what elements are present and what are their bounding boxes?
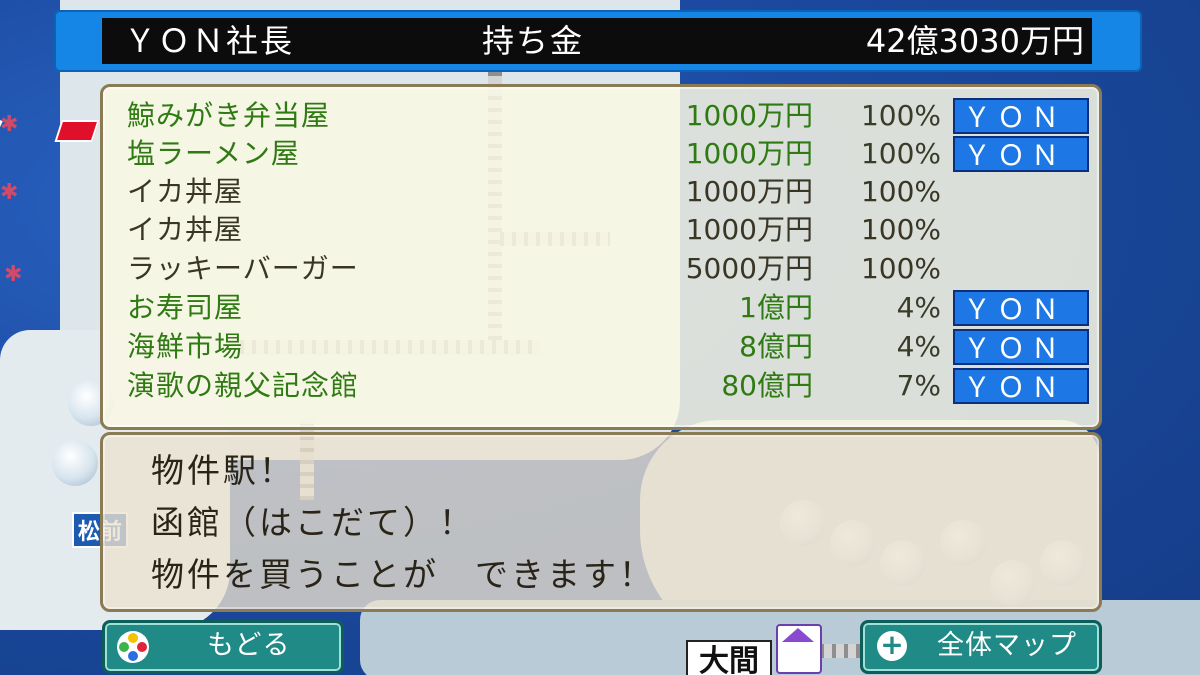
snow-tree — [52, 440, 98, 486]
owner-tag: ＹＯＮ — [953, 136, 1089, 172]
status-bar-inner: ＹＯＮ社長 持ち金 42億3030万円 — [102, 18, 1092, 64]
president-name: ＹＯＮ社長 — [124, 22, 295, 60]
property-row[interactable]: イカ丼屋 1000万円 100% — [103, 211, 1099, 249]
controller-buttons-icon — [117, 631, 149, 663]
property-row[interactable]: 塩ラーメン屋 1000万円 100% ＹＯＮ — [103, 135, 1099, 173]
property-yield: 4% — [896, 291, 941, 324]
owner-tag: ＹＯＮ — [953, 98, 1089, 134]
crab-icon: ✱ — [4, 262, 23, 287]
property-price: 1000万円 — [685, 99, 813, 132]
status-bar: ＹＯＮ社長 持ち金 42億3030万円 — [54, 10, 1142, 72]
owner-tag: ＹＯＮ — [953, 368, 1089, 404]
plus-icon: + — [877, 631, 907, 661]
money-label: 持ち金 — [482, 22, 585, 60]
property-yield: 100% — [860, 213, 941, 246]
message-line: 物件駅！ — [151, 451, 295, 490]
property-yield: 100% — [860, 252, 941, 285]
property-yield: 100% — [860, 99, 941, 132]
property-name: ラッキーバーガー — [127, 252, 359, 285]
message-box[interactable]: 物件駅！ 函館（はこだて）！ 物件を買うことが できます！ — [100, 432, 1102, 612]
money-value: 42億3030万円 — [865, 22, 1084, 60]
property-row[interactable]: イカ丼屋 1000万円 100% — [103, 173, 1099, 211]
property-name: 塩ラーメン屋 — [127, 137, 300, 170]
owner-tag: ＹＯＮ — [953, 329, 1089, 365]
property-yield: 7% — [896, 369, 941, 402]
message-line: 函館（はこだて）！ — [151, 503, 475, 542]
property-price: 8億円 — [739, 330, 813, 363]
property-yield: 100% — [860, 175, 941, 208]
property-row[interactable]: 鯨みがき弁当屋 1000万円 100% ＹＯＮ — [103, 97, 1099, 135]
crab-icon: ✱ — [0, 180, 19, 205]
property-price: 1000万円 — [685, 213, 813, 246]
property-row[interactable]: ラッキーバーガー 5000万円 100% — [103, 250, 1099, 288]
property-yield: 100% — [860, 137, 941, 170]
full-map-button-label: 全体マップ — [937, 630, 1077, 661]
property-price: 1000万円 — [685, 137, 813, 170]
property-name: 海鮮市場 — [127, 330, 244, 363]
property-name: お寿司屋 — [127, 291, 244, 324]
property-name: 演歌の親父記念館 — [127, 369, 360, 402]
red-station-square — [54, 120, 100, 142]
property-row[interactable]: 演歌の親父記念館 80億円 7% ＹＯＮ — [103, 367, 1099, 405]
back-button-label: もどる — [207, 630, 291, 661]
full-map-button[interactable]: + 全体マップ — [860, 620, 1102, 674]
crab-icon: ✱ — [0, 112, 19, 137]
property-list-panel: 鯨みがき弁当屋 1000万円 100% ＹＯＮ 塩ラーメン屋 1000万円 10… — [100, 84, 1102, 430]
message-line: 物件を買うことが できます！ — [151, 555, 655, 594]
property-row[interactable]: お寿司屋 1億円 4% ＹＯＮ — [103, 289, 1099, 327]
owner-tag: ＹＯＮ — [953, 290, 1089, 326]
station-label: 大間 — [686, 640, 772, 675]
property-price: 80億円 — [721, 369, 813, 402]
property-price: 1億円 — [739, 291, 813, 324]
property-name: イカ丼屋 — [127, 175, 244, 208]
property-name: イカ丼屋 — [127, 213, 244, 246]
property-yield: 4% — [896, 330, 941, 363]
property-name: 鯨みがき弁当屋 — [127, 99, 331, 132]
house-roof-icon — [782, 628, 814, 642]
back-button[interactable]: もどる — [102, 620, 344, 674]
property-price: 1000万円 — [685, 175, 813, 208]
property-price: 5000万円 — [685, 252, 813, 285]
property-row[interactable]: 海鮮市場 8億円 4% ＹＯＮ — [103, 328, 1099, 366]
